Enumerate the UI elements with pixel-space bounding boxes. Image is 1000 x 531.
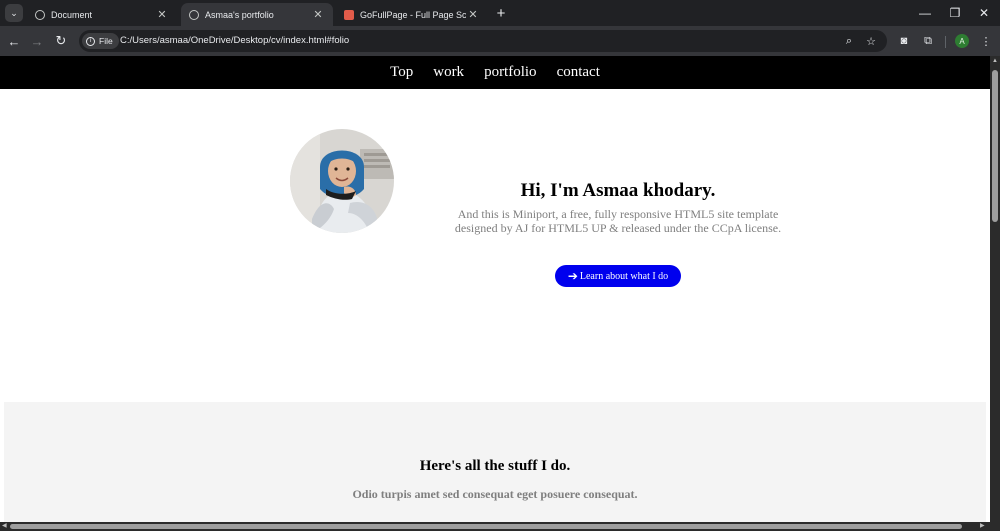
site-info-chip[interactable]: i File <box>82 33 119 49</box>
extensions-puzzle-icon[interactable]: ⧉ <box>919 32 937 50</box>
tab-gofullpage[interactable]: GoFullPage - Full Page Screen C ✕ <box>336 3 488 26</box>
nav-link-top[interactable]: Top <box>390 64 413 81</box>
tab-title: Asmaa's portfolio <box>205 9 274 20</box>
scroll-right-icon[interactable]: ▶ <box>980 522 985 529</box>
scroll-left-icon[interactable]: ◀ <box>2 522 7 529</box>
forward-arrow-icon[interactable]: → <box>27 31 47 51</box>
camera-extension-icon[interactable]: ◙ <box>895 32 913 50</box>
tab-title: Document <box>51 9 93 20</box>
nav-link-work[interactable]: work <box>433 64 464 81</box>
reload-icon[interactable]: ↻ <box>51 31 71 51</box>
vertical-scroll-thumb[interactable] <box>992 70 998 222</box>
gofullpage-icon <box>344 9 354 20</box>
close-window-icon[interactable]: ✕ <box>970 3 998 23</box>
page-viewport: Top work portfolio contact Hi, I'm Asmaa <box>0 56 990 522</box>
nav-link-portfolio[interactable]: portfolio <box>484 64 537 81</box>
close-icon[interactable]: ✕ <box>311 8 325 21</box>
nav-link-contact[interactable]: contact <box>557 64 600 81</box>
info-icon: i <box>86 36 95 46</box>
bookmark-star-icon[interactable]: ☆ <box>863 33 879 49</box>
horizontal-scrollbar[interactable]: ◀ ▶ <box>0 522 1000 531</box>
url-text[interactable]: C:/Users/asmaa/OneDrive/Desktop/cv/index… <box>120 35 349 46</box>
new-tab-button[interactable]: + <box>491 3 511 23</box>
chip-label: File <box>99 36 113 46</box>
section-title: Here's all the stuff I do. <box>419 458 571 474</box>
zoom-icon[interactable]: ⌕ <box>841 33 857 49</box>
tab-title: GoFullPage - Full Page Screen C <box>360 9 466 20</box>
toolbar-divider <box>945 36 946 48</box>
close-icon[interactable]: ✕ <box>155 8 169 21</box>
work-section: Here's all the stuff I do. Odio turpis a… <box>4 402 986 522</box>
globe-icon <box>35 9 45 20</box>
learn-more-button[interactable]: ➔ Learn about what I do <box>555 265 681 287</box>
hero-description: And this is Miniport, a free, fully resp… <box>454 207 782 235</box>
tab-portfolio[interactable]: Asmaa's portfolio ✕ <box>181 3 333 26</box>
address-bar[interactable]: i File C:/Users/asmaa/OneDrive/Desktop/c… <box>79 30 887 52</box>
browser-toolbar: ← → ↻ i File C:/Users/asmaa/OneDrive/Des… <box>0 26 1000 56</box>
arrow-right-icon: ➔ <box>567 268 578 283</box>
horizontal-scroll-thumb[interactable] <box>10 524 962 529</box>
profile-photo <box>290 129 394 233</box>
site-nav: Top work portfolio contact <box>0 56 990 89</box>
profile-avatar[interactable]: A <box>955 34 969 48</box>
menu-dots-icon[interactable]: ⋮ <box>977 32 995 50</box>
tab-strip: ⌄ Document ✕ Asmaa's portfolio ✕ GoFullP… <box>0 0 1000 26</box>
tab-search-button[interactable]: ⌄ <box>5 4 23 22</box>
hero-title: Hi, I'm Asmaa khodary. <box>520 180 716 201</box>
minimize-icon[interactable]: — <box>911 3 939 23</box>
section-subtitle: Odio turpis amet sed consequat eget posu… <box>352 487 638 501</box>
vertical-scrollbar[interactable]: ▲ <box>990 56 1000 522</box>
globe-icon <box>189 9 199 20</box>
learn-more-label: Learn about what I do <box>579 270 669 282</box>
hero-text: Hi, I'm Asmaa khodary. And this is Minip… <box>453 180 783 235</box>
back-arrow-icon[interactable]: ← <box>4 31 24 51</box>
scroll-up-icon[interactable]: ▲ <box>992 58 998 64</box>
close-icon[interactable]: ✕ <box>466 8 480 21</box>
tab-document[interactable]: Document ✕ <box>27 3 177 26</box>
restore-icon[interactable]: ❐ <box>941 3 969 23</box>
